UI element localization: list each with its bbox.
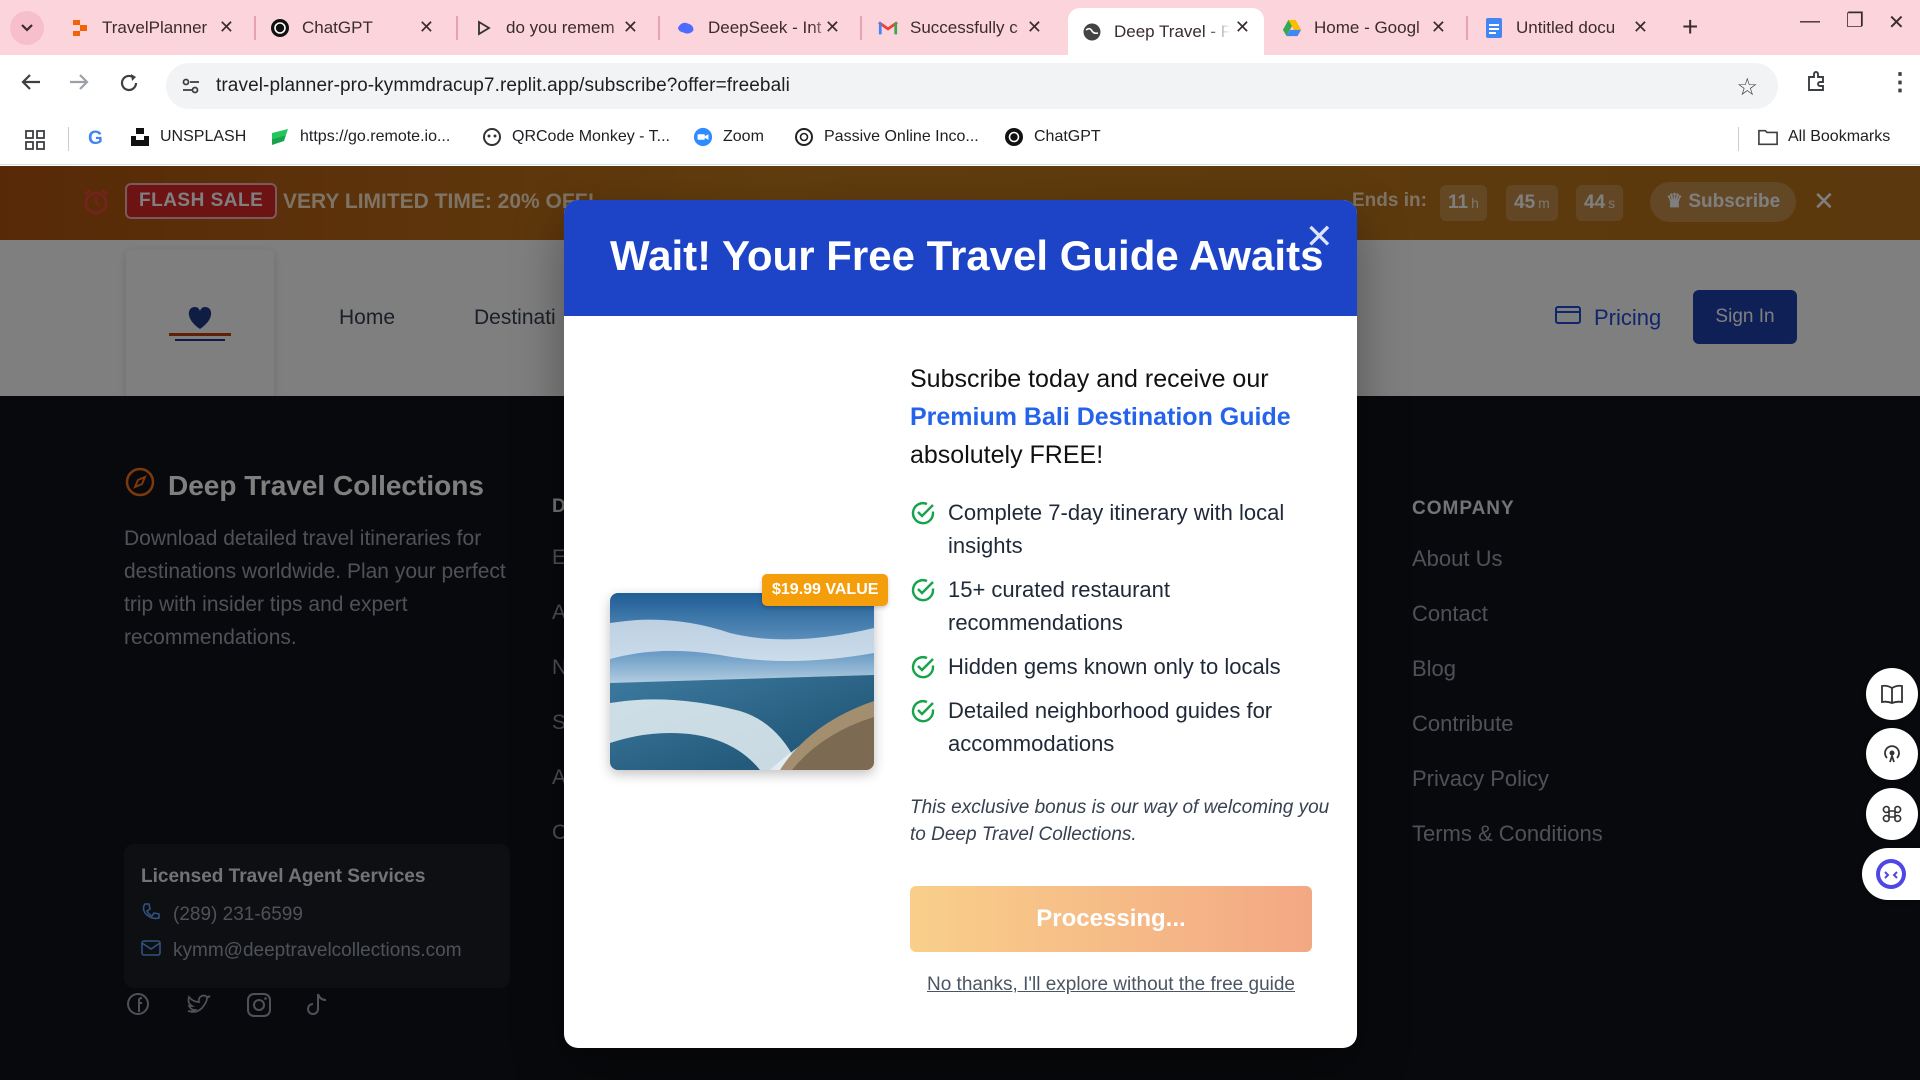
bookmark-star-icon[interactable]: ☆ — [1736, 73, 1758, 102]
google-icon[interactable]: G — [88, 128, 103, 150]
free-guide-modal: Wait! Your Free Travel Guide Awaits ✕ $1… — [564, 200, 1357, 1048]
tab-deep-travel[interactable]: Deep Travel - P ✕ — [1068, 8, 1264, 55]
folder-icon — [1758, 127, 1778, 147]
bali-beach-image — [610, 593, 874, 770]
bookmark-qrcode-monkey[interactable]: QRCode Monkey - T... — [482, 127, 670, 147]
feature-item: 15+ curated restaurant recommendations — [910, 573, 1330, 639]
welcome-note: This exclusive bonus is our way of welco… — [910, 797, 1330, 845]
bookmark-chatgpt[interactable]: ChatGPT — [1004, 127, 1101, 147]
tab-gmail[interactable]: Successfully c ✕ — [878, 8, 1056, 47]
tab-google-docs[interactable]: Untitled docu ✕ — [1484, 8, 1662, 47]
gmail-icon — [878, 18, 898, 38]
tab-google-drive[interactable]: Home - Googl ✕ — [1282, 8, 1460, 47]
tab-deepseek[interactable]: DeepSeek - Int ✕ — [676, 8, 854, 47]
restore-icon[interactable]: ❐ — [1846, 8, 1864, 33]
modal-lead-text: Subscribe today and receive our Premium … — [910, 360, 1330, 474]
qrcode-icon — [482, 127, 502, 147]
tab-search-button[interactable] — [10, 11, 44, 45]
generic-icon — [474, 18, 494, 38]
replit-icon — [70, 18, 90, 38]
feature-item: Detailed neighborhood guides for accommo… — [910, 694, 1330, 760]
drive-icon — [1282, 18, 1302, 38]
close-tab-icon[interactable]: ✕ — [1027, 17, 1042, 37]
back-arrow-icon[interactable] — [20, 72, 42, 98]
zoom-icon — [693, 127, 713, 147]
broadcast-icon[interactable] — [1866, 728, 1918, 780]
reader-book-icon[interactable] — [1866, 668, 1918, 720]
bookmark-passive-online[interactable]: Passive Online Inco... — [794, 127, 979, 147]
globe-icon — [1082, 22, 1102, 42]
close-tab-icon[interactable]: ✕ — [419, 17, 434, 37]
browser-tab-strip: TravelPlanner ✕ ChatGPT ✕ do you remem ✕… — [0, 0, 1920, 55]
extensions-icon[interactable] — [1805, 69, 1829, 99]
close-window-icon[interactable]: ✕ — [1888, 10, 1905, 35]
decline-link[interactable]: No thanks, I'll explore without the free… — [910, 974, 1312, 996]
docs-icon — [1484, 17, 1504, 38]
modal-header: Wait! Your Free Travel Guide Awaits ✕ — [564, 200, 1357, 316]
chatgpt-icon — [270, 18, 290, 38]
bookmark-remote-io[interactable]: https://go.remote.io... — [270, 127, 450, 147]
deepseek-icon — [676, 18, 696, 38]
site-settings-icon[interactable] — [180, 75, 202, 102]
close-tab-icon[interactable]: ✕ — [825, 17, 840, 37]
unsplash-icon — [130, 127, 150, 147]
all-bookmarks[interactable]: All Bookmarks — [1758, 127, 1890, 147]
close-tab-icon[interactable]: ✕ — [1633, 17, 1648, 37]
guide-name-highlight: Premium Bali Destination Guide — [910, 403, 1291, 431]
processing-button[interactable]: Processing... — [910, 886, 1312, 952]
feature-item: Hidden gems known only to locals — [910, 650, 1330, 683]
bookmarks-bar: G UNSPLASH https://go.remote.io... QRCod… — [0, 115, 1920, 165]
apps-grid-icon[interactable] — [24, 129, 46, 156]
address-bar[interactable]: travel-planner-pro-kymmdracup7.replit.ap… — [166, 63, 1778, 109]
assistant-bot-icon[interactable] — [1862, 848, 1920, 900]
modal-title: Wait! Your Free Travel Guide Awaits — [610, 232, 1324, 279]
close-tab-icon[interactable]: ✕ — [219, 17, 234, 37]
command-icon[interactable] — [1866, 788, 1918, 840]
close-tab-icon[interactable]: ✕ — [623, 17, 638, 37]
check-circle-icon — [911, 579, 935, 602]
bookmark-unsplash[interactable]: UNSPLASH — [130, 127, 246, 147]
check-circle-icon — [911, 656, 935, 679]
new-tab-button[interactable]: + — [1682, 12, 1698, 42]
close-tab-icon[interactable]: ✕ — [1235, 17, 1250, 37]
chatgpt-icon — [794, 127, 814, 147]
bookmark-zoom[interactable]: Zoom — [693, 127, 764, 147]
reload-icon[interactable] — [118, 72, 140, 100]
close-tab-icon[interactable]: ✕ — [1431, 17, 1446, 37]
forward-arrow-icon[interactable] — [68, 72, 90, 98]
remote-icon — [270, 127, 290, 147]
check-circle-icon — [911, 502, 935, 525]
web-page: FLASH SALE VERY LIMITED TIME: 20% OFF! E… — [0, 166, 1920, 1080]
value-badge: $19.99 VALUE — [762, 574, 889, 606]
more-menu-icon[interactable]: ⋮ — [1888, 68, 1912, 97]
close-modal-icon[interactable]: ✕ — [1305, 220, 1334, 254]
tab-chatgpt[interactable]: ChatGPT ✕ — [270, 8, 448, 47]
tab-do-you-remem[interactable]: do you remem ✕ — [474, 8, 652, 47]
chatgpt-icon — [1004, 127, 1024, 147]
browser-toolbar: travel-planner-pro-kymmdracup7.replit.ap… — [0, 55, 1920, 115]
feature-item: Complete 7-day itinerary with local insi… — [910, 496, 1330, 562]
tab-travelplanner[interactable]: TravelPlanner ✕ — [70, 8, 248, 47]
chevron-down-icon — [21, 24, 33, 32]
minimize-icon[interactable]: — — [1800, 10, 1820, 33]
check-circle-icon — [911, 700, 935, 723]
url-text[interactable]: travel-planner-pro-kymmdracup7.replit.ap… — [216, 75, 790, 97]
